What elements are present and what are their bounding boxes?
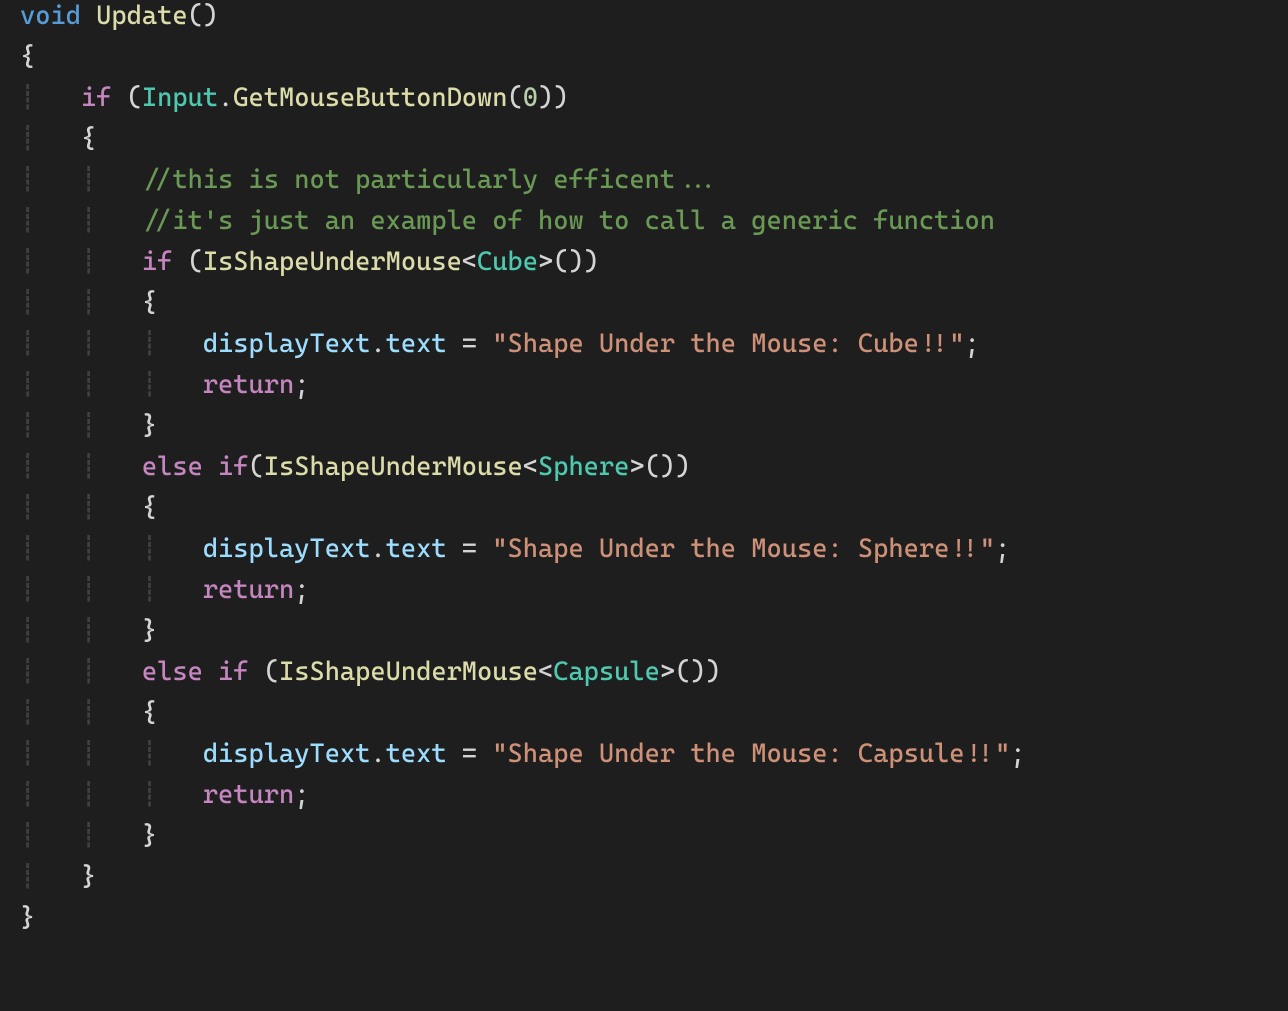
keyword-return: return [203, 780, 294, 810]
comment: //it's just an example of how to call a … [142, 206, 995, 236]
brace: } [142, 411, 157, 441]
keyword-else: else [142, 657, 203, 687]
brace: { [81, 124, 96, 154]
code-line: ┊ ┊ ┊ displayText.text = "Shape Under th… [20, 329, 980, 359]
string-literal: "Shape Under the Mouse: Capsule!!" [492, 739, 1010, 769]
code-line: ┊ } [20, 862, 96, 892]
code-editor[interactable]: void Update() { ┊ if (Input.GetMouseButt… [0, 0, 1288, 939]
brace: { [20, 42, 35, 72]
code-line: ┊ ┊ { [20, 493, 157, 523]
code-line: ┊ { [20, 124, 96, 154]
code-line: ┊ ┊ else if(IsShapeUnderMouse<Sphere>()) [20, 452, 690, 482]
code-line: ┊ ┊ else if (IsShapeUnderMouse<Capsule>(… [20, 657, 721, 687]
code-line: } [20, 903, 35, 933]
member-displaytext: displayText [203, 534, 371, 564]
class-cube: Cube [477, 247, 538, 277]
string-literal: "Shape Under the Mouse: Cube!!" [492, 329, 964, 359]
keyword-if: if [142, 247, 172, 277]
code-line: ┊ ┊ { [20, 288, 157, 318]
code-line: ┊ ┊ //this is not particularly efficent.… [20, 165, 721, 195]
code-line: ┊ ┊ if (IsShapeUnderMouse<Cube>()) [20, 247, 599, 277]
member-displaytext: displayText [203, 329, 371, 359]
keyword-else: else [142, 452, 203, 482]
brace: } [20, 903, 35, 933]
class-input: Input [142, 83, 218, 113]
code-line: ┊ ┊ ┊ return; [20, 780, 309, 810]
code-line: ┊ if (Input.GetMouseButtonDown(0)) [20, 83, 568, 113]
function-getmousebuttondown: GetMouseButtonDown [233, 83, 507, 113]
code-line: ┊ ┊ } [20, 411, 157, 441]
function-isshapeundermouse: IsShapeUnderMouse [264, 452, 523, 482]
member-text: text [386, 534, 447, 564]
code-line: ┊ ┊ } [20, 821, 157, 851]
keyword-if: if [81, 83, 111, 113]
member-displaytext: displayText [203, 739, 371, 769]
code-line: ┊ ┊ ┊ displayText.text = "Shape Under th… [20, 534, 1010, 564]
function-isshapeundermouse: IsShapeUnderMouse [203, 247, 462, 277]
code-line: void Update() [20, 1, 218, 31]
code-line: ┊ ┊ //it's just an example of how to cal… [20, 206, 995, 236]
keyword-return: return [203, 370, 294, 400]
function-update: Update [96, 1, 187, 31]
class-capsule: Capsule [553, 657, 660, 687]
brace: { [142, 493, 157, 523]
string-literal: "Shape Under the Mouse: Sphere!!" [492, 534, 995, 564]
number-zero: 0 [523, 83, 538, 113]
code-line: ┊ ┊ } [20, 616, 157, 646]
code-line: { [20, 42, 35, 72]
comment: //this is not particularly efficent... [142, 165, 721, 195]
brace: } [81, 862, 96, 892]
code-line: ┊ ┊ ┊ displayText.text = "Shape Under th… [20, 739, 1025, 769]
brace: { [142, 288, 157, 318]
member-text: text [386, 329, 447, 359]
brace: { [142, 698, 157, 728]
parens: () [188, 1, 218, 31]
code-line: ┊ ┊ ┊ return; [20, 575, 309, 605]
keyword-void: void [20, 1, 81, 31]
brace: } [142, 821, 157, 851]
keyword-if: if [218, 452, 248, 482]
keyword-return: return [203, 575, 294, 605]
code-line: ┊ ┊ { [20, 698, 157, 728]
function-isshapeundermouse: IsShapeUnderMouse [279, 657, 538, 687]
code-line: ┊ ┊ ┊ return; [20, 370, 309, 400]
brace: } [142, 616, 157, 646]
member-text: text [386, 739, 447, 769]
class-sphere: Sphere [538, 452, 629, 482]
keyword-if: if [218, 657, 248, 687]
